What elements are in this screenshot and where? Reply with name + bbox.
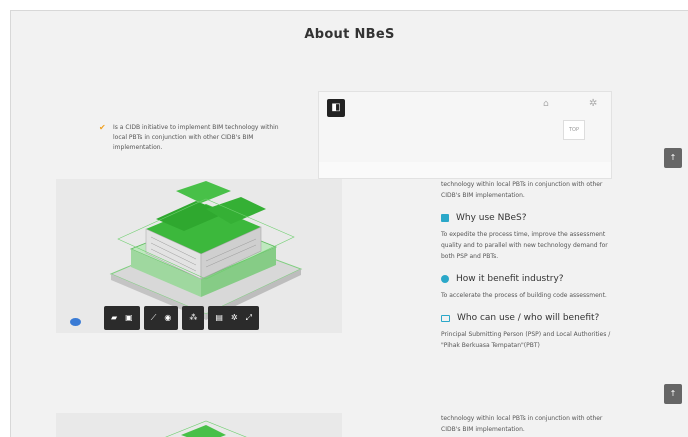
check-icon: ✔ — [99, 123, 106, 132]
eye-icon[interactable]: ◉ — [164, 313, 171, 323]
page-frame: About NBeS ✔ Is a CIDB initiative to imp… — [10, 10, 688, 437]
viewer-logo-icon — [70, 318, 81, 326]
viewer-footer-strip — [319, 162, 611, 178]
page-title: About NBeS — [304, 27, 395, 42]
building-3d-viewer-secondary[interactable] — [56, 413, 342, 437]
checklist-item-text: Is a CIDB initiative to implement BIM te… — [113, 124, 279, 151]
building-3d-viewer[interactable]: ▰ ▣ ⟋ ◉ ⁂ ▤ ✲ ⤢ — [56, 179, 342, 333]
section-industry-benefit: How it benefit industry? To accelerate t… — [441, 274, 621, 301]
gear-icon[interactable]: ✲ — [589, 98, 597, 109]
bottom-info-text: technology within local PBTs in conjunct… — [441, 415, 603, 433]
structure-icon[interactable]: ⁂ — [189, 313, 197, 323]
section-text: To expedite the process time, improve th… — [441, 231, 608, 260]
section-text: Principal Submitting Person (PSP) and Lo… — [441, 331, 611, 349]
info-intro-text: technology within local PBTs in conjunct… — [441, 181, 603, 199]
info-circle-icon — [441, 275, 449, 283]
section-title: Who can use / who will benefit? — [457, 313, 600, 323]
toolbar-group-measure: ⟋ ◉ — [143, 306, 179, 330]
scroll-top-button[interactable]: ↑ — [664, 384, 682, 404]
building-model-icon — [165, 420, 247, 437]
scroll-top-button[interactable]: ↑ — [664, 148, 682, 168]
fullscreen-icon[interactable]: ⤢ — [246, 313, 252, 323]
cube-icon[interactable]: ◧ — [327, 99, 345, 117]
checklist-item: ✔ Is a CIDB initiative to implement BIM … — [99, 123, 279, 153]
view-top-button[interactable]: TOP — [563, 120, 585, 140]
monitor-icon — [441, 314, 450, 322]
info-column: technology within local PBTs in conjunct… — [441, 179, 621, 351]
toolbar-group-structure: ⁂ — [182, 306, 205, 330]
section-text: To accelerate the process of building co… — [441, 292, 607, 299]
toolbar-group-settings: ▤ ✲ ⤢ — [208, 306, 259, 330]
document-icon[interactable]: ▤ — [215, 313, 223, 323]
home-icon[interactable]: ⌂ — [543, 99, 549, 109]
intro-checklist: ✔ Is a CIDB initiative to implement BIM … — [99, 123, 279, 153]
info-square-icon — [441, 214, 449, 222]
section-why-use: Why use NBeS? To expedite the process ti… — [441, 213, 621, 262]
section-heading: How it benefit industry? — [441, 274, 621, 284]
measure-icon[interactable]: ⟋ — [151, 313, 157, 323]
camera-icon[interactable]: ▰ — [111, 313, 117, 323]
section-heading: Why use NBeS? — [441, 213, 621, 223]
section-who-benefits: Who can use / who will benefit? Principa… — [441, 313, 621, 351]
section-title: How it benefit industry? — [456, 274, 564, 284]
fit-icon[interactable]: ▣ — [125, 313, 133, 323]
section-title: Why use NBeS? — [456, 213, 527, 223]
settings-icon[interactable]: ✲ — [231, 313, 238, 323]
viewer-toolbar: ▰ ▣ ⟋ ◉ ⁂ ▤ ✲ ⤢ — [104, 306, 259, 330]
model-viewer-panel[interactable]: ◧ ⌂ ✲ TOP — [318, 91, 612, 179]
toolbar-group-camera: ▰ ▣ — [104, 306, 140, 330]
section-heading: Who can use / who will benefit? — [441, 313, 621, 323]
